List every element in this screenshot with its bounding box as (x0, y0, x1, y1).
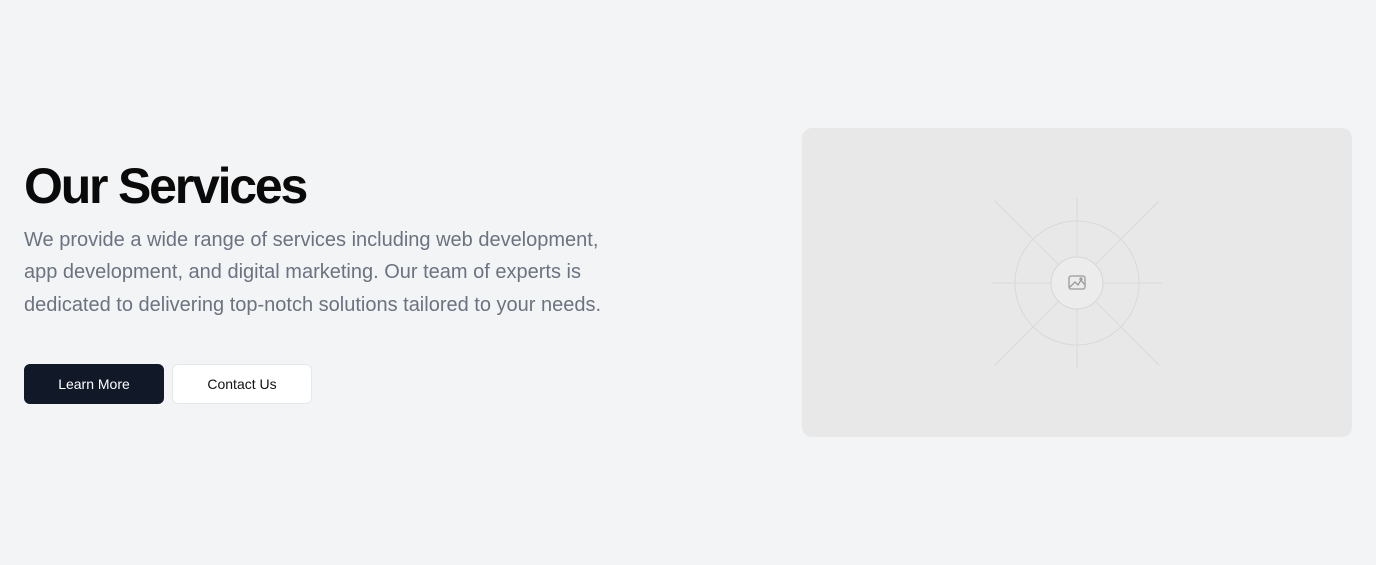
section-description: We provide a wide range of services incl… (24, 229, 602, 316)
cta-button-group: Learn More Contact Us (24, 364, 312, 404)
services-section: Our Services We provide a wide range of … (0, 0, 1376, 565)
image-placeholder-graphic (992, 198, 1162, 368)
section-title: Our Services (24, 158, 308, 214)
services-text-column: Our Services We provide a wide range of … (24, 158, 624, 321)
contact-us-button[interactable]: Contact Us (172, 364, 312, 404)
learn-more-button[interactable]: Learn More (24, 364, 164, 404)
image-placeholder (802, 128, 1352, 437)
